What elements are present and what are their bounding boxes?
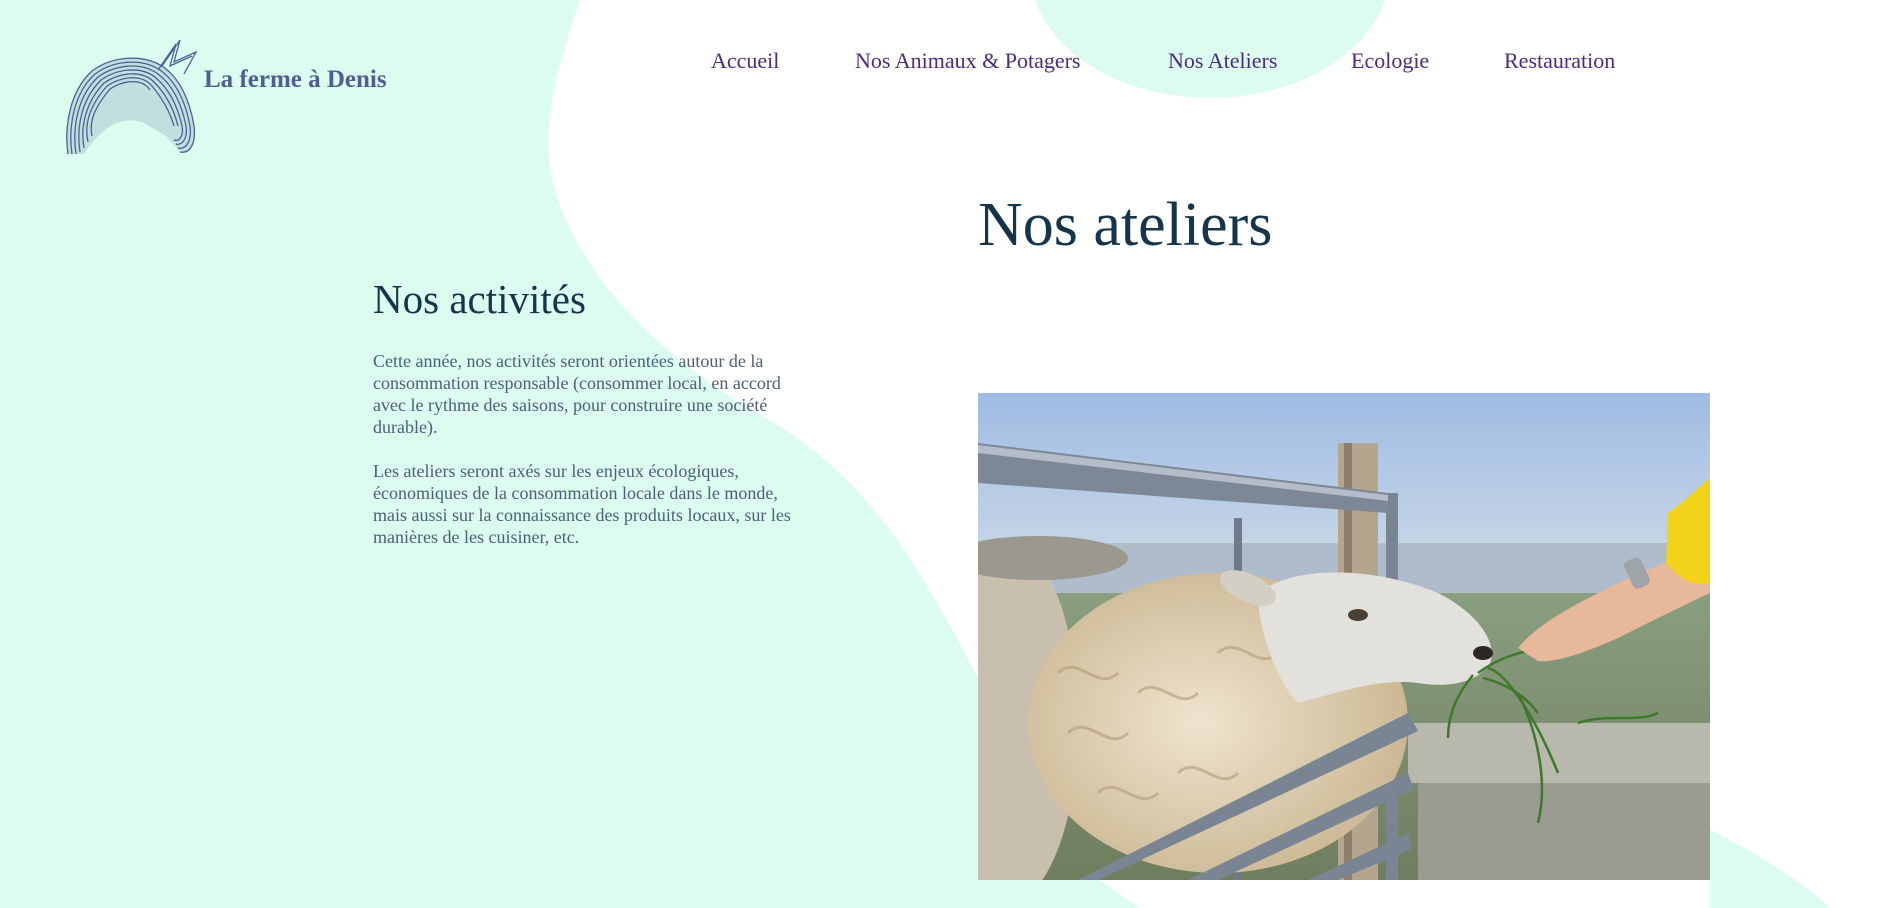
nav-item-animaux-potagers[interactable]: Nos Animaux & Potagers: [855, 48, 1081, 74]
nav-item-ateliers[interactable]: Nos Ateliers: [1168, 48, 1277, 74]
page-title: Nos ateliers: [978, 191, 1273, 259]
sheep-feeding-photo: [978, 393, 1710, 880]
horse-head-logo-icon[interactable]: [62, 26, 212, 162]
nav-item-ecologie[interactable]: Ecologie: [1351, 48, 1429, 74]
activities-paragraph-1: Cette année, nos activités seront orient…: [373, 351, 781, 437]
activities-paragraph-2: Les ateliers seront axés sur les enjeux …: [373, 461, 791, 547]
section-title: Nos activités: [373, 276, 586, 322]
nav-item-restauration[interactable]: Restauration: [1504, 48, 1615, 74]
mint-corner-shape: [1710, 830, 1830, 908]
site-title[interactable]: La ferme à Denis: [204, 66, 387, 94]
nav-item-accueil[interactable]: Accueil: [711, 48, 779, 74]
